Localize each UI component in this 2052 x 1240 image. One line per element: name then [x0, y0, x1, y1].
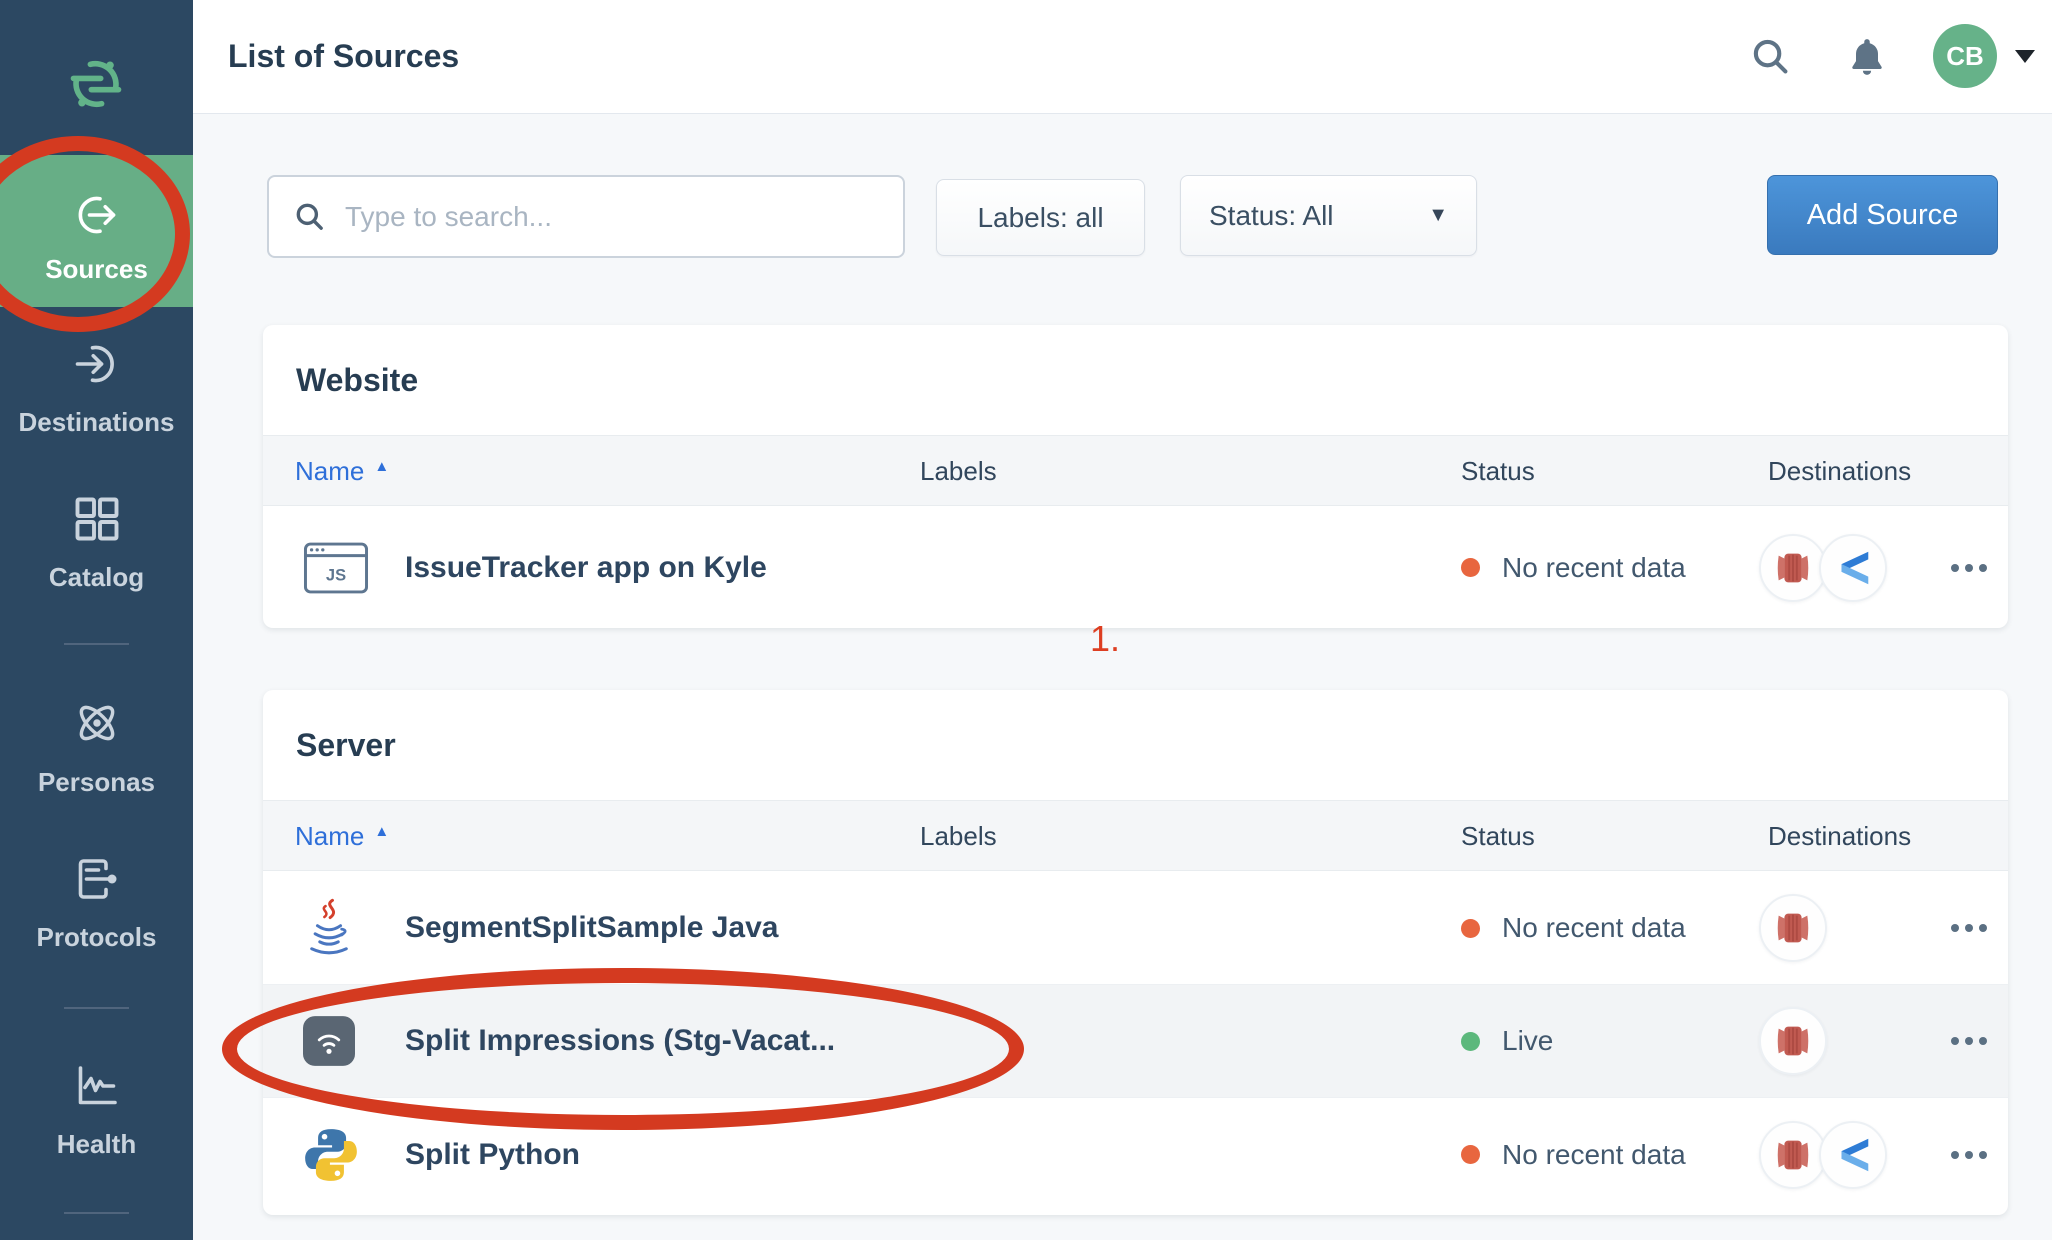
split-destination-icon[interactable] [1819, 1121, 1887, 1189]
column-header-destinations: Destinations [1768, 801, 1911, 872]
table-header: Name ▲ Labels Status Destinations [263, 435, 2008, 506]
sidebar-item-catalog[interactable]: Catalog [0, 495, 193, 593]
table-row-split-impressions[interactable]: Split Impressions (Stg-Vacat... Live [263, 985, 2008, 1098]
more-options-button[interactable] [1941, 554, 1997, 582]
column-label: Name [295, 821, 364, 852]
column-header-destinations: Destinations [1768, 436, 1911, 507]
source-name: Split Python [405, 1138, 580, 1172]
sidebar-item-label: Destinations [0, 407, 193, 438]
segment-logo [66, 54, 126, 114]
destinations-cell [1759, 1007, 1827, 1075]
python-icon [303, 1127, 359, 1183]
source-name: Split Impressions (Stg-Vacat... [405, 1024, 835, 1058]
sidebar-item-label: Personas [0, 767, 193, 798]
column-header-name[interactable]: Name ▲ [295, 801, 389, 872]
section-title: Website [296, 325, 418, 435]
table-row-issuetracker[interactable]: JS IssueTracker app on Kyle No recent da… [263, 507, 2008, 628]
top-header: List of Sources CB [193, 0, 2052, 114]
app-window: Sources Destinations Catalog [0, 0, 2052, 1240]
more-options-button[interactable] [1941, 1141, 1997, 1169]
server-sources-card: Server Name ▲ Labels Status Destinations… [263, 690, 2008, 1215]
notifications-bell-icon[interactable] [1845, 35, 1889, 79]
sidebar-item-personas[interactable]: Personas [0, 698, 193, 798]
destinations-icon [73, 340, 121, 388]
sidebar-item-protocols[interactable]: Protocols [0, 855, 193, 953]
more-options-button[interactable] [1941, 1027, 1997, 1055]
status-filter-label: Status: All [1209, 200, 1334, 232]
labels-filter-button[interactable]: Labels: all [936, 179, 1145, 256]
red-database-destination-icon[interactable] [1759, 1007, 1827, 1075]
status-dot [1461, 558, 1480, 577]
website-sources-card: Website Name ▲ Labels Status Destination… [263, 325, 2008, 628]
red-database-destination-icon[interactable] [1759, 534, 1827, 602]
column-header-labels: Labels [920, 801, 997, 872]
column-header-labels: Labels [920, 436, 997, 507]
java-icon [303, 898, 355, 958]
more-options-button[interactable] [1941, 914, 1997, 942]
search-input[interactable] [345, 177, 903, 256]
sources-icon [73, 191, 121, 239]
source-name: IssueTracker app on Kyle [405, 551, 767, 585]
status-text: No recent data [1502, 912, 1686, 944]
sidebar: Sources Destinations Catalog [0, 0, 193, 1240]
column-header-status: Status [1461, 801, 1535, 872]
status-cell: No recent data [1461, 552, 1686, 584]
search-icon [293, 200, 327, 234]
status-cell: No recent data [1461, 912, 1686, 944]
column-header-name[interactable]: Name ▲ [295, 436, 389, 507]
table-row-split-python[interactable]: Split Python No recent data [263, 1098, 2008, 1211]
status-cell: Live [1461, 1025, 1553, 1057]
red-database-destination-icon[interactable] [1759, 894, 1827, 962]
health-chart-icon [73, 1062, 121, 1110]
red-database-destination-icon[interactable] [1759, 1121, 1827, 1189]
sidebar-divider [64, 1007, 129, 1009]
status-filter-dropdown[interactable]: Status: All ▼ [1180, 175, 1477, 256]
column-label: Name [295, 456, 364, 487]
sidebar-item-label: Protocols [0, 922, 193, 953]
add-source-button[interactable]: Add Source [1767, 175, 1998, 255]
wifi-beacon-icon [303, 1016, 355, 1066]
status-text: No recent data [1502, 1139, 1686, 1171]
sidebar-item-label: Health [0, 1129, 193, 1160]
table-header: Name ▲ Labels Status Destinations [263, 800, 2008, 871]
status-dot [1461, 919, 1480, 938]
status-text: Live [1502, 1025, 1553, 1057]
destinations-cell [1759, 1121, 1887, 1189]
section-title: Server [296, 690, 396, 800]
labels-filter-label: Labels: all [977, 202, 1103, 234]
status-text: No recent data [1502, 552, 1686, 584]
catalog-grid-icon [73, 495, 121, 543]
destinations-cell [1759, 894, 1827, 962]
sort-ascending-icon: ▲ [374, 458, 389, 475]
sidebar-item-label: Catalog [0, 562, 193, 593]
search-icon[interactable] [1749, 35, 1793, 79]
account-menu-caret-icon[interactable] [2015, 50, 2035, 63]
destinations-cell [1759, 534, 1887, 602]
svg-text:JS: JS [326, 566, 346, 584]
source-search-field [267, 175, 905, 258]
sort-ascending-icon: ▲ [374, 823, 389, 840]
status-cell: No recent data [1461, 1139, 1686, 1171]
status-dot [1461, 1032, 1480, 1051]
status-dot [1461, 1145, 1480, 1164]
column-header-status: Status [1461, 436, 1535, 507]
add-source-label: Add Source [1807, 199, 1959, 232]
avatar-initials: CB [1946, 41, 1984, 72]
sidebar-item-sources[interactable]: Sources [0, 155, 193, 307]
table-row-java[interactable]: SegmentSplitSample Java No recent data [263, 872, 2008, 985]
sidebar-divider [64, 1212, 129, 1214]
protocols-icon [73, 855, 121, 903]
sidebar-item-label: Sources [0, 254, 193, 285]
page-title: List of Sources [228, 38, 459, 75]
avatar[interactable]: CB [1933, 24, 1997, 88]
javascript-browser-icon: JS [303, 541, 369, 595]
split-destination-icon[interactable] [1819, 534, 1887, 602]
source-name: SegmentSplitSample Java [405, 911, 778, 945]
chevron-down-icon: ▼ [1428, 204, 1448, 227]
sidebar-divider [64, 643, 129, 645]
sidebar-item-health[interactable]: Health [0, 1062, 193, 1160]
sidebar-item-destinations[interactable]: Destinations [0, 340, 193, 438]
personas-atom-icon [72, 698, 122, 748]
